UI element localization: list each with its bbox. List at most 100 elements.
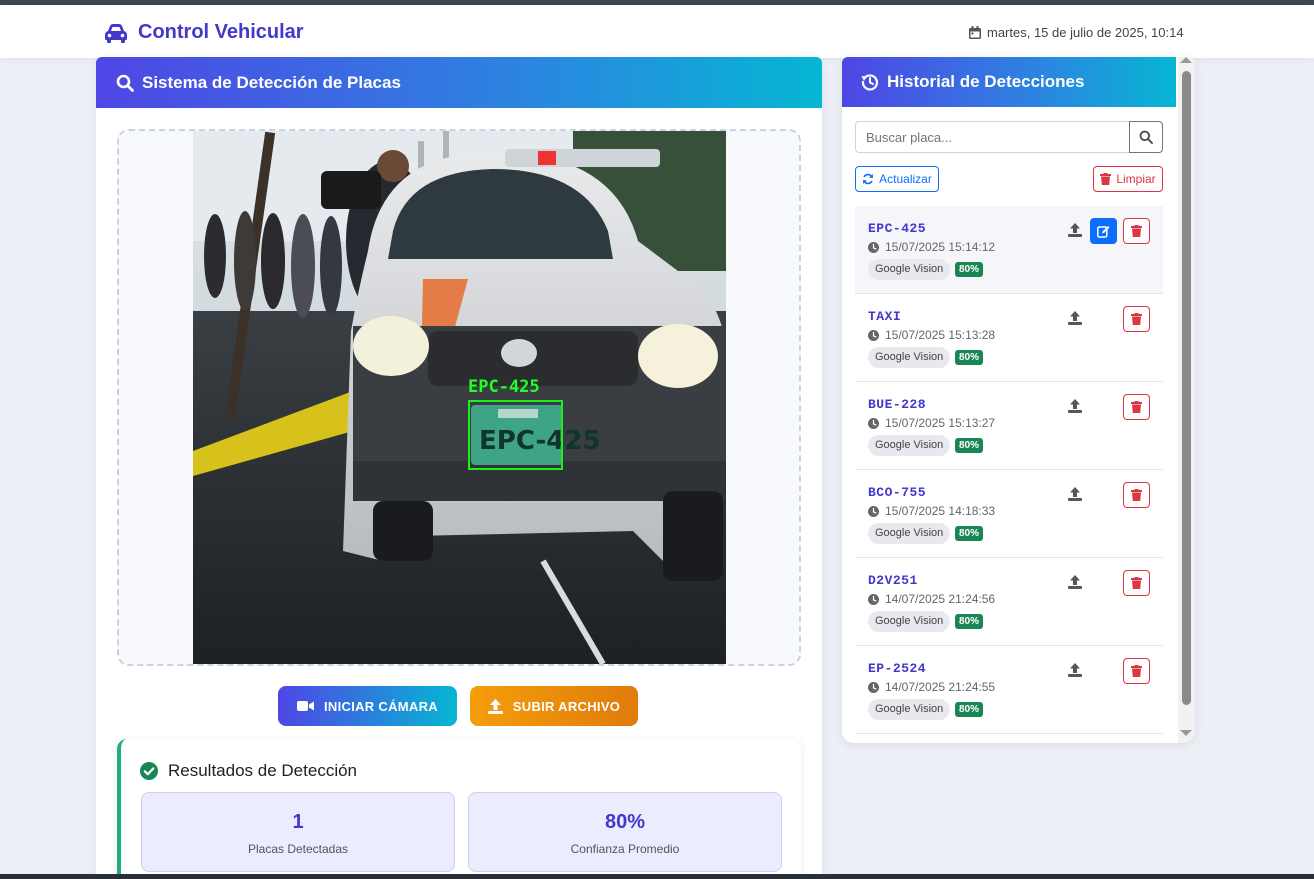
brand-title: Control Vehicular <box>138 21 304 43</box>
history-item-source-badge: Google Vision <box>868 259 951 280</box>
average-confidence-value: 80% <box>604 811 646 833</box>
history-item-plate: D2V251 <box>868 573 918 588</box>
detection-title: Sistema de Detección de Placas <box>142 72 401 92</box>
history-item-upload-button[interactable] <box>1068 311 1082 330</box>
upload-icon <box>1068 663 1082 677</box>
history-item-source-badge: Google Vision <box>868 435 951 456</box>
plates-detected-stat: 1 Placas Detectadas <box>141 792 455 872</box>
history-header: Historial de Detecciones <box>842 57 1176 107</box>
history-item-time: 14/07/2025 21:24:56 <box>885 592 996 606</box>
history-item-plate: BCO-755 <box>868 485 927 500</box>
history-panel: Historial de Detecciones Actualizar Limp… <box>842 57 1195 743</box>
history-item-time: 15/07/2025 15:13:28 <box>885 328 996 342</box>
clear-history-button[interactable]: Limpiar <box>1093 166 1163 192</box>
search-icon <box>1139 130 1153 144</box>
history-item-plate: BUE-228 <box>868 397 927 412</box>
plate-search-button[interactable] <box>1129 121 1163 153</box>
upload-icon <box>1068 311 1082 325</box>
history-item-upload-button[interactable] <box>1068 399 1082 418</box>
history-icon <box>861 74 879 91</box>
video-camera-icon <box>297 701 314 711</box>
history-item-source-badge: Google Vision <box>868 611 951 632</box>
history-item-timestamp: 15/07/2025 14:18:33 <box>868 504 995 518</box>
detection-header: Sistema de Detección de Placas <box>96 57 822 108</box>
upload-icon <box>487 698 503 714</box>
history-item-timestamp: 15/07/2025 15:14:12 <box>868 240 995 254</box>
upload-icon <box>1068 223 1082 237</box>
history-item[interactable]: EP-2524 14/07/2025 21:24:55 Google Vision 8… <box>855 646 1163 734</box>
refresh-icon <box>863 173 874 185</box>
scrollbar-thumb[interactable] <box>1182 71 1191 705</box>
scroll-down-arrow-icon[interactable] <box>1180 730 1192 736</box>
calendar-icon <box>969 26 981 39</box>
history-item-timestamp: 14/07/2025 21:24:55 <box>868 680 995 694</box>
plate-search-input[interactable] <box>855 121 1129 153</box>
history-item-timestamp: 14/07/2025 21:24:56 <box>868 592 995 606</box>
history-item[interactable]: TAXI 15/07/2025 15:13:28 Google Vision 80% <box>855 294 1163 382</box>
history-item-delete-button[interactable] <box>1123 306 1150 332</box>
image-dropzone[interactable]: EPC-425 EPC-425 <box>117 129 801 666</box>
history-item-time: 15/07/2025 15:14:12 <box>885 240 996 254</box>
history-item-confidence-badge: 80% <box>955 262 984 277</box>
history-list: EPC-425 15/07/2025 15:14:12 Google Vision 8… <box>855 206 1163 734</box>
history-item-timestamp: 15/07/2025 15:13:27 <box>868 416 995 430</box>
history-item-delete-button[interactable] <box>1123 218 1150 244</box>
detected-vehicle-image: EPC-425 EPC-425 <box>193 131 726 664</box>
plates-detected-value: 1 <box>292 811 304 833</box>
average-confidence-label: Confianza Promedio <box>570 842 680 856</box>
trash-icon <box>1131 225 1142 237</box>
refresh-button[interactable]: Actualizar <box>855 166 939 192</box>
plate-bounding-box-label: EPC-425 <box>468 377 540 397</box>
history-title: Historial de Detecciones <box>887 72 1085 91</box>
trash-icon <box>1131 401 1142 413</box>
history-item[interactable]: D2V251 14/07/2025 21:24:56 Google Vision 80… <box>855 558 1163 646</box>
history-item[interactable]: EPC-425 15/07/2025 15:14:12 Google Vision 8… <box>855 206 1163 294</box>
history-scrollbar[interactable] <box>1178 57 1195 743</box>
navbar-datetime: martes, 15 de julio de 2025, 10:14 <box>969 25 1184 40</box>
history-item-confidence-badge: 80% <box>955 350 984 365</box>
check-circle-icon <box>140 762 158 780</box>
results-heading: Resultados de Detección <box>140 761 357 781</box>
upload-file-label: SUBIR ARCHIVO <box>512 698 621 714</box>
start-camera-label: INICIAR CÁMARA <box>324 698 438 714</box>
clock-icon <box>868 505 879 517</box>
action-buttons: INICIAR CÁMARA SUBIR ARCHIVO <box>278 686 638 726</box>
history-item-upload-button[interactable] <box>1068 487 1082 506</box>
refresh-label: Actualizar <box>879 172 932 186</box>
history-item[interactable]: BUE-228 15/07/2025 15:13:27 Google Vision 8… <box>855 382 1163 470</box>
history-item-delete-button[interactable] <box>1123 482 1150 508</box>
average-confidence-stat: 80% Confianza Promedio <box>468 792 782 872</box>
upload-file-button[interactable]: SUBIR ARCHIVO <box>470 686 638 726</box>
scroll-up-arrow-icon[interactable] <box>1180 57 1192 63</box>
edit-icon <box>1097 225 1110 238</box>
upload-icon <box>1068 487 1082 501</box>
history-item-time: 15/07/2025 14:18:33 <box>885 504 996 518</box>
car-icon <box>105 23 127 43</box>
plates-detected-label: Placas Detectadas <box>247 842 349 856</box>
history-item-confidence-badge: 80% <box>955 614 984 629</box>
clock-icon <box>868 681 879 693</box>
detection-results: Resultados de Detección 1 Placas Detecta… <box>117 739 801 879</box>
plate-search <box>855 121 1163 153</box>
history-item-upload-button[interactable] <box>1068 663 1082 682</box>
datetime-text: martes, 15 de julio de 2025, 10:14 <box>987 25 1184 40</box>
history-item-edit-button[interactable] <box>1090 218 1117 244</box>
trash-icon <box>1131 665 1142 677</box>
history-item-source-badge: Google Vision <box>868 699 951 720</box>
history-item-upload-button[interactable] <box>1068 575 1082 594</box>
history-item-upload-button[interactable] <box>1068 223 1082 242</box>
history-item-delete-button[interactable] <box>1123 394 1150 420</box>
history-item-confidence-badge: 80% <box>955 702 984 717</box>
trash-icon <box>1131 489 1142 501</box>
history-item-delete-button[interactable] <box>1123 658 1150 684</box>
start-camera-button[interactable]: INICIAR CÁMARA <box>278 686 457 726</box>
history-item[interactable]: BCO-755 15/07/2025 14:18:33 Google Vision 8… <box>855 470 1163 558</box>
trash-icon <box>1131 313 1142 325</box>
brand[interactable]: Control Vehicular <box>104 21 304 44</box>
history-item-time: 14/07/2025 21:24:55 <box>885 680 996 694</box>
clock-icon <box>868 593 879 605</box>
history-item-plate: EPC-425 <box>868 221 927 236</box>
clock-icon <box>868 329 879 341</box>
history-item-delete-button[interactable] <box>1123 570 1150 596</box>
window-bottom-strip <box>0 874 1314 879</box>
